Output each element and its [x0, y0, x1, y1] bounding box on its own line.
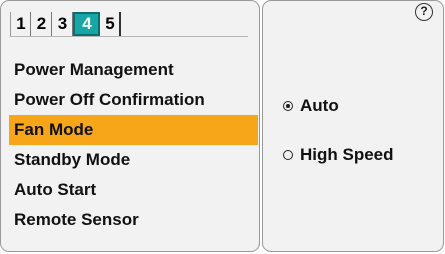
menu-item-auto-start[interactable]: Auto Start: [9, 175, 258, 205]
option-high-speed[interactable]: High Speed: [283, 145, 394, 165]
menu-item-power-management[interactable]: Power Management: [9, 55, 258, 85]
options-panel: ? Auto High Speed: [262, 0, 444, 252]
menu-item-fan-mode[interactable]: Fan Mode: [9, 115, 258, 145]
tab-5[interactable]: 5: [100, 12, 121, 36]
option-auto[interactable]: Auto: [283, 96, 339, 116]
option-high-speed-label: High Speed: [300, 145, 394, 164]
tab-4[interactable]: 4: [73, 12, 100, 36]
help-icon[interactable]: ?: [415, 3, 433, 21]
page-tabs: 1 2 3 4 5: [10, 12, 121, 36]
tab-3[interactable]: 3: [52, 12, 73, 36]
option-auto-label: Auto: [300, 96, 339, 115]
menu-item-standby-mode[interactable]: Standby Mode: [9, 145, 258, 175]
menu-item-remote-sensor[interactable]: Remote Sensor: [9, 205, 258, 235]
menu-item-power-off-confirmation[interactable]: Power Off Confirmation: [9, 85, 258, 115]
tab-2[interactable]: 2: [31, 12, 52, 36]
radio-selected-icon[interactable]: [283, 101, 293, 111]
settings-menu: Power Management Power Off Confirmation …: [9, 55, 258, 235]
tab-1[interactable]: 1: [10, 12, 31, 36]
tab-divider: [10, 36, 248, 37]
radio-unselected-icon[interactable]: [283, 150, 293, 160]
menu-panel: 1 2 3 4 5 Power Management Power Off Con…: [0, 0, 260, 252]
